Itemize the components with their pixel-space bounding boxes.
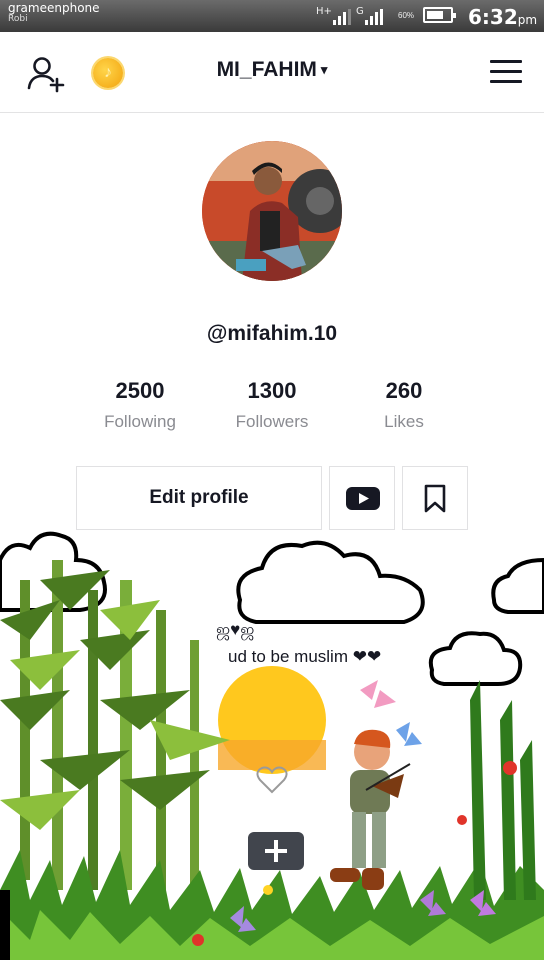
followers-label: Followers: [235, 412, 309, 431]
chevron-down-icon: ▾: [320, 62, 328, 77]
youtube-icon: [346, 487, 380, 510]
fiddler-character-icon: [330, 729, 411, 890]
cloud-icon: [236, 540, 425, 624]
network-type-2: G: [356, 6, 364, 17]
username-label: MI_FAHIM: [216, 58, 317, 81]
username-switcher[interactable]: MI_FAHIM ▾: [0, 58, 544, 82]
signal-icon: [333, 9, 351, 25]
battery-percent: 60%: [398, 11, 415, 20]
battery-icon: [423, 7, 456, 23]
edit-profile-button[interactable]: Edit profile: [76, 466, 322, 530]
likes-stat[interactable]: 260 Likes: [339, 378, 469, 432]
followers-count: 1300: [247, 378, 297, 403]
avatar-photo: [202, 141, 342, 281]
following-count: 2500: [115, 378, 165, 403]
clock-suffix: pm: [517, 13, 538, 27]
bio-text: ud to be muslim ❤❤: [228, 647, 382, 666]
menu-icon[interactable]: [490, 60, 522, 86]
favorites-button[interactable]: [402, 466, 468, 530]
profile-header: ♪ MI_FAHIM ▾: [0, 32, 544, 113]
following-label: Following: [104, 412, 176, 431]
bamboo-icon: [0, 560, 230, 890]
flower-icon: [192, 761, 517, 946]
cloud-icon: [0, 531, 107, 612]
grass-icon: [0, 680, 544, 960]
cloud-icon: [491, 557, 544, 614]
bookmark-icon: [424, 484, 446, 513]
following-stat[interactable]: 2500 Following: [75, 378, 205, 432]
carrier-sub: Robi: [8, 14, 28, 24]
avatar[interactable]: [202, 141, 342, 281]
followers-stat[interactable]: 1300 Followers: [207, 378, 337, 432]
network-type-1: H+: [316, 6, 332, 17]
bio-symbols: ஜ♥ஜ: [216, 620, 255, 639]
heart-icon: [256, 766, 288, 794]
add-icon: [248, 832, 304, 870]
clock-time: 6:32: [468, 5, 518, 29]
sun-icon: [218, 666, 326, 774]
butterfly-icon: [230, 680, 496, 932]
youtube-button[interactable]: [329, 466, 395, 530]
cloud-icon: [428, 631, 523, 686]
status-bar: grameenphone Robi H+ G 60% 6:32pm: [0, 0, 544, 32]
signal-icon-2: [365, 9, 383, 25]
clock: 6:32pm: [468, 5, 537, 29]
likes-label: Likes: [384, 412, 424, 431]
profile-handle: @mifahim.10: [206, 322, 338, 345]
likes-count: 260: [385, 378, 423, 403]
